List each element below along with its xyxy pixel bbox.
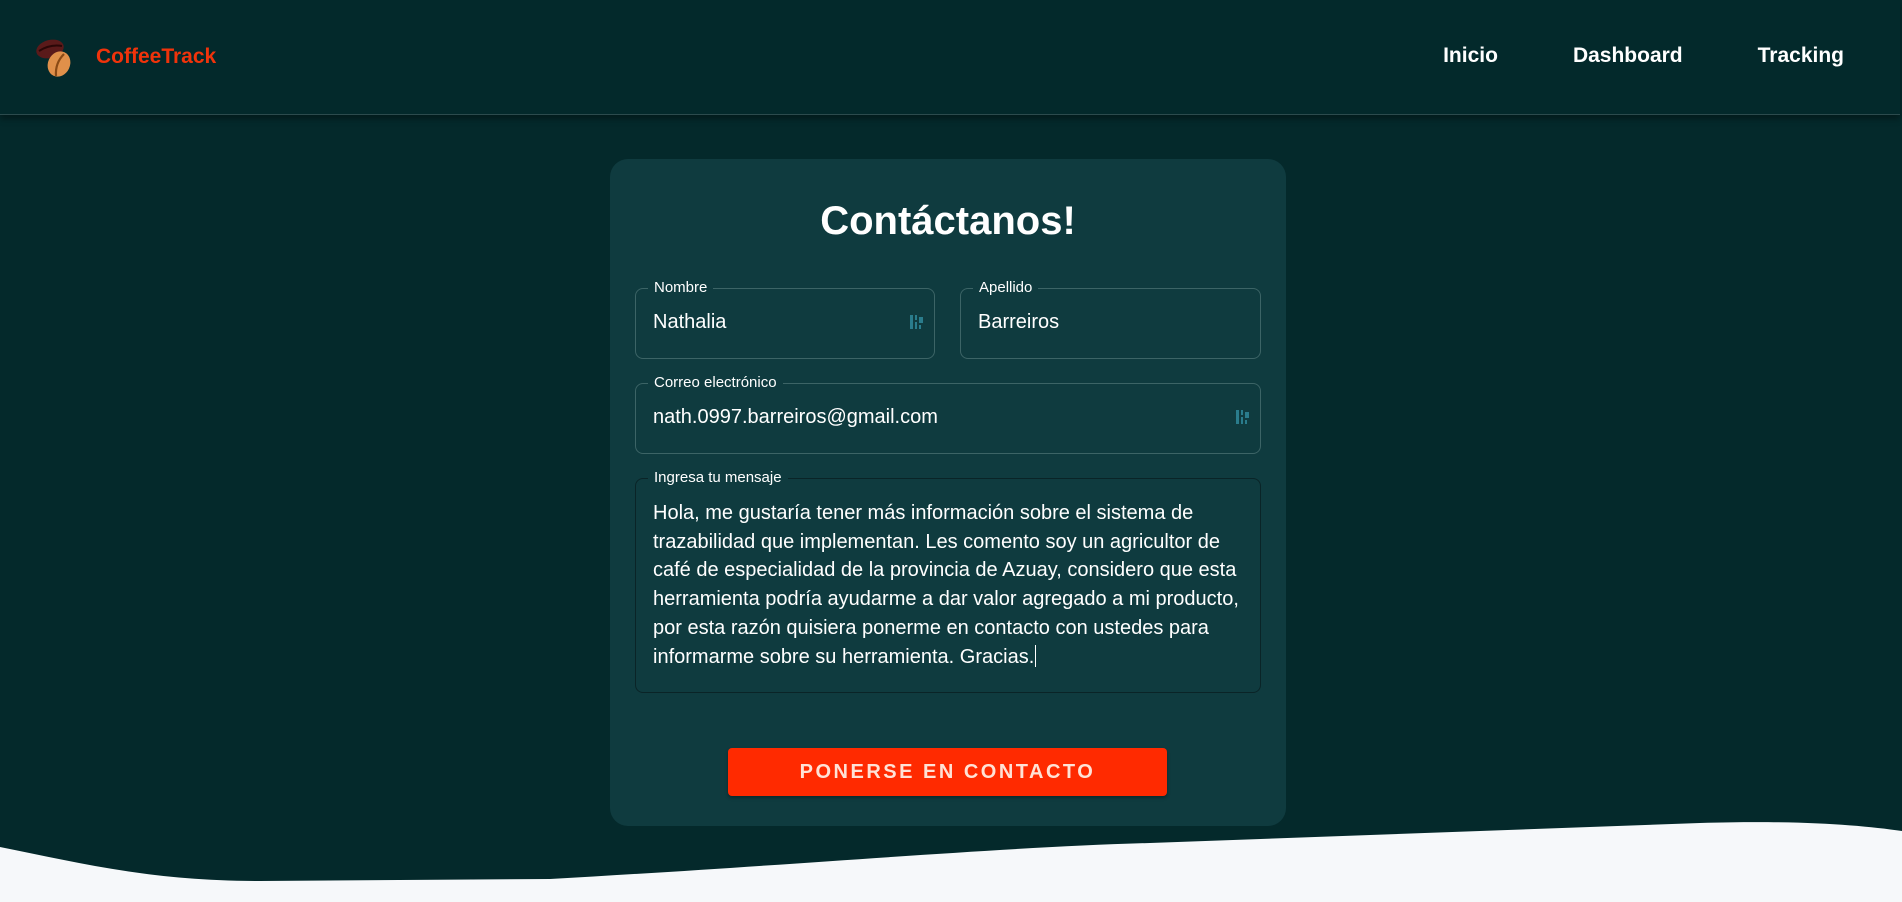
footer-wave bbox=[0, 822, 1902, 902]
nav-link-dashboard[interactable]: Dashboard bbox=[1573, 44, 1683, 68]
password-manager-icon[interactable] bbox=[908, 313, 926, 331]
brand[interactable]: CoffeeTrack bbox=[34, 34, 216, 80]
last-name-input[interactable]: Barreiros bbox=[978, 311, 1059, 334]
first-name-label: Nombre bbox=[648, 279, 714, 297]
first-name-input[interactable]: Nathalia bbox=[653, 311, 726, 334]
email-input[interactable]: nath.0997.barreiros@gmail.com bbox=[653, 406, 938, 429]
contact-card: Contáctanos! Nombre Nathalia Apellido Ba… bbox=[610, 159, 1286, 826]
first-name-field[interactable]: Nombre Nathalia bbox=[635, 279, 935, 359]
message-field[interactable]: Ingresa tu mensaje Hola, me gustaría ten… bbox=[635, 469, 1261, 693]
top-navbar: CoffeeTrack Inicio Dashboard Tracking bbox=[0, 0, 1900, 115]
message-textarea[interactable]: Hola, me gustaría tener más información … bbox=[653, 499, 1244, 671]
message-label: Ingresa tu mensaje bbox=[648, 469, 788, 487]
submit-contact-button[interactable]: PONERSE EN CONTACTO bbox=[728, 748, 1167, 796]
email-field[interactable]: Correo electrónico nath.0997.barreiros@g… bbox=[635, 374, 1261, 454]
nav-link-inicio[interactable]: Inicio bbox=[1443, 44, 1498, 68]
email-label: Correo electrónico bbox=[648, 374, 783, 392]
message-text: Hola, me gustaría tener más información … bbox=[653, 502, 1239, 668]
page: CoffeeTrack Inicio Dashboard Tracking Co… bbox=[0, 0, 1902, 902]
last-name-field[interactable]: Apellido Barreiros bbox=[960, 279, 1261, 359]
contact-title: Contáctanos! bbox=[820, 199, 1076, 243]
text-cursor bbox=[1035, 644, 1037, 667]
brand-name: CoffeeTrack bbox=[96, 45, 217, 68]
last-name-label: Apellido bbox=[973, 279, 1039, 297]
nav-link-tracking[interactable]: Tracking bbox=[1758, 44, 1844, 68]
main-nav: Inicio Dashboard Tracking bbox=[1368, 44, 1844, 68]
coffee-beans-icon bbox=[36, 39, 71, 77]
password-manager-icon[interactable] bbox=[1234, 408, 1252, 426]
